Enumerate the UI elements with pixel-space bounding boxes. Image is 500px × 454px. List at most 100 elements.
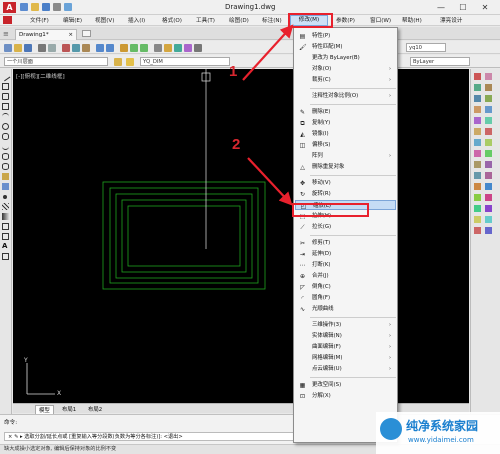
dim-linear-icon[interactable] (474, 161, 481, 168)
menu-help[interactable]: 帮助(H) (402, 16, 422, 24)
modify-menu-item-24[interactable]: 三维操作(3) › (295, 320, 396, 330)
sheet-set-icon[interactable] (184, 44, 192, 52)
modify-menu-item-18[interactable]: ⇥ 延伸(D) (295, 249, 396, 259)
new-tab-icon[interactable] (82, 30, 91, 37)
print-icon[interactable] (38, 44, 46, 52)
dim-angle-icon[interactable] (485, 172, 492, 179)
modify-menu-item-25[interactable]: 实体编辑(N) › (295, 331, 396, 341)
modify-menu-item-12[interactable]: ✥ 移动(V) (295, 178, 396, 188)
dim-aligned-icon[interactable] (485, 161, 492, 168)
array-icon[interactable] (474, 95, 481, 102)
line-icon[interactable] (0, 71, 11, 82)
fillet-icon[interactable] (474, 150, 481, 157)
copy-object-icon[interactable] (485, 73, 492, 80)
plugin-tool-5-icon[interactable] (474, 216, 481, 223)
open-icon[interactable] (14, 44, 22, 52)
polygon-icon[interactable] (2, 93, 9, 100)
layer-state-icon[interactable] (126, 58, 134, 66)
table-icon[interactable] (2, 233, 9, 240)
mirror-icon[interactable] (474, 84, 481, 91)
region-icon[interactable] (2, 223, 9, 230)
menu-insert[interactable]: 插入(I) (128, 16, 145, 24)
save-icon[interactable] (42, 3, 50, 11)
calculator-icon[interactable] (194, 44, 202, 52)
tab-drawing1[interactable]: Drawing1* × (15, 29, 77, 40)
match-prop-icon[interactable] (485, 183, 492, 190)
menu-edit[interactable]: 编辑(E) (63, 16, 82, 24)
rotate-icon[interactable] (474, 106, 481, 113)
modify-menu-item-17[interactable]: ✂ 修剪(T) (295, 238, 396, 248)
tab-menu-icon[interactable]: ≡ (3, 30, 9, 38)
plugin-tool-6-icon[interactable] (485, 216, 492, 223)
plugin-tool-1-icon[interactable] (474, 194, 481, 201)
insert-block-icon[interactable] (2, 173, 9, 180)
modify-menu-item-26[interactable]: 曲面编辑(F) › (295, 342, 396, 352)
pan-icon[interactable] (120, 44, 128, 52)
modify-menu-item-1[interactable]: 🖌 特性匹配(M) (295, 42, 396, 52)
paste-icon[interactable] (82, 44, 90, 52)
maximize-button[interactable]: ☐ (452, 1, 474, 14)
polyline-icon[interactable] (2, 83, 9, 90)
join-icon[interactable] (474, 139, 481, 146)
text-icon[interactable]: A (2, 243, 9, 250)
modify-menu-item-4[interactable]: 裁剪(C) › (295, 75, 396, 85)
chamfer-icon[interactable] (485, 139, 492, 146)
stretch-icon[interactable] (474, 117, 481, 124)
cut-icon[interactable] (62, 44, 70, 52)
modify-menu-item-11[interactable]: △ 删除重复对象 (295, 162, 396, 172)
modify-menu-item-5[interactable]: 注释性对象比例(O) › (295, 91, 396, 101)
erase-icon[interactable] (474, 73, 481, 80)
gradient-icon[interactable] (2, 213, 9, 220)
ellipse-icon[interactable] (2, 153, 9, 160)
menu-view[interactable]: 视图(V) (95, 16, 114, 24)
menu-format[interactable]: 格式(O) (162, 16, 182, 24)
hatch-icon[interactable] (2, 203, 9, 210)
tab-layout2[interactable]: 布局2 (85, 405, 105, 413)
modify-menu-item-6[interactable]: ✎ 删除(E) (295, 107, 396, 117)
new-file-icon[interactable] (20, 3, 28, 11)
plugin-tool-3-icon[interactable] (474, 205, 481, 212)
modify-menu-item-21[interactable]: ◸ 倒角(C) (295, 282, 396, 292)
dim-style-combo[interactable]: YQ_DIM (140, 57, 230, 66)
properties-icon[interactable] (154, 44, 162, 52)
point-icon[interactable] (3, 195, 7, 199)
drawing-canvas[interactable]: [-][俯视][二维线框] Y X (13, 69, 469, 403)
dim-radius-icon[interactable] (474, 172, 481, 179)
close-button[interactable]: ✕ (474, 1, 496, 14)
menu-parametric[interactable]: 参数(P) (336, 16, 355, 24)
menu-tools[interactable]: 工具(T) (196, 16, 215, 24)
move-icon[interactable] (485, 95, 492, 102)
zoom-icon[interactable] (130, 44, 138, 52)
modify-menu-item-9[interactable]: ◫ 偏移(S) (295, 140, 396, 150)
preview-icon[interactable] (48, 44, 56, 52)
app-menu-icon[interactable] (3, 16, 12, 24)
offset-icon[interactable] (485, 84, 492, 91)
rectangle-icon[interactable] (2, 103, 9, 110)
tab-layout1[interactable]: 布局1 (59, 405, 79, 413)
break-icon[interactable] (485, 128, 492, 135)
copy-icon[interactable] (72, 44, 80, 52)
scale-icon[interactable] (485, 106, 492, 113)
tab-close-icon[interactable]: × (68, 30, 73, 40)
menu-plugin[interactable]: 漂亮设计 (440, 16, 462, 24)
modify-menu-item-7[interactable]: ⧉ 复制(Y) (295, 118, 396, 128)
modify-menu-item-22[interactable]: ◜ 圆角(F) (295, 293, 396, 303)
layer-tool-icon[interactable] (474, 183, 481, 190)
circle-icon[interactable] (2, 123, 9, 130)
modify-menu-item-8[interactable]: ◭ 镜像(I) (295, 129, 396, 139)
add-selected-icon[interactable] (2, 253, 9, 260)
design-center-icon[interactable] (164, 44, 172, 52)
make-block-icon[interactable] (2, 183, 9, 190)
modify-menu-item-30[interactable]: ⊡ 分解(X) (295, 391, 396, 401)
app-logo-icon[interactable]: A (3, 2, 16, 13)
revcloud-icon[interactable] (2, 133, 9, 140)
arc-icon[interactable] (2, 113, 9, 120)
linetype-combo[interactable]: ByLayer (410, 57, 470, 66)
menu-draw[interactable]: 绘图(D) (229, 16, 249, 24)
modify-menu-item-10[interactable]: 阵列 › (295, 151, 396, 161)
modify-menu-item-2[interactable]: 更改为 ByLayer(B) (295, 53, 396, 63)
layer-combo[interactable]: 一个川层面 (4, 57, 108, 66)
modify-menu-item-3[interactable]: 对象(O) › (295, 64, 396, 74)
minimize-button[interactable]: — (430, 1, 452, 14)
modify-menu-item-23[interactable]: ∿ 光顺曲线 (295, 304, 396, 314)
